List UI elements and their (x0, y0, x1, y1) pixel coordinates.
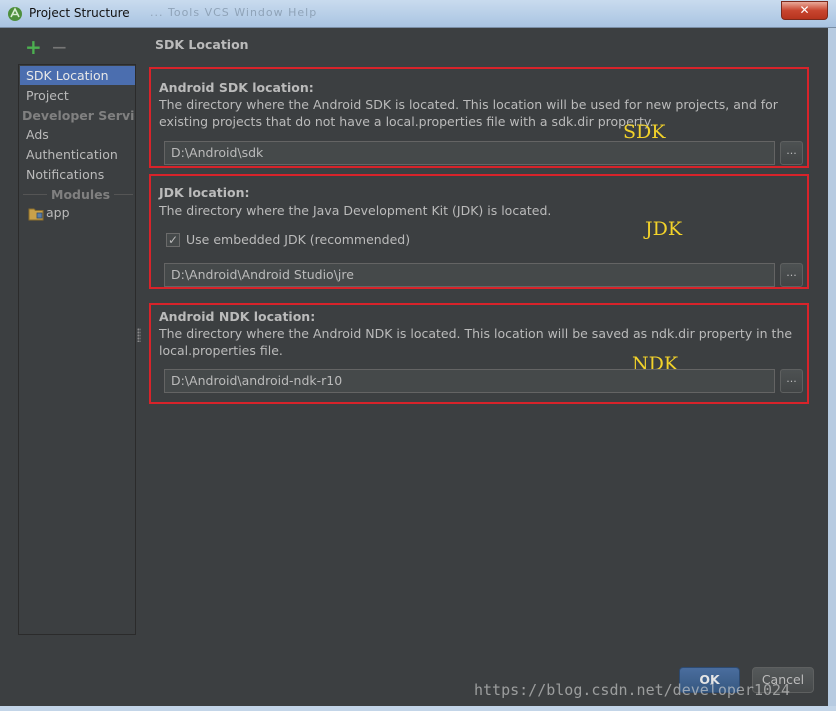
sidebar-item-ads[interactable]: Ads (20, 125, 135, 144)
android-studio-icon (8, 7, 22, 21)
ndk-heading: Android NDK location: (159, 309, 316, 324)
splitter-handle[interactable] (137, 328, 141, 342)
window-title: Project Structure (29, 6, 130, 20)
add-icon[interactable]: + (25, 37, 42, 57)
ndk-browse-button[interactable]: ... (780, 369, 803, 393)
window-frame-right (828, 28, 836, 711)
background-menu-ghost: ... Tools VCS Window Help (150, 6, 318, 19)
sdk-path-field[interactable]: D:\Android\sdk (164, 141, 775, 165)
jdk-path-field[interactable]: D:\Android\Android Studio\jre (164, 263, 775, 287)
sdk-heading: Android SDK location: (159, 80, 314, 95)
ndk-path-field[interactable]: D:\Android\android-ndk-r10 (164, 369, 775, 393)
module-folder-icon (28, 208, 44, 221)
jdk-annotation: JDK (645, 218, 683, 240)
checkbox-icon[interactable]: ✓ (166, 233, 180, 247)
jdk-browse-button[interactable]: ... (780, 263, 803, 287)
watermark: https://blog.csdn.net/developer1024 (474, 681, 791, 699)
close-button[interactable]: ✕ (781, 1, 828, 20)
jdk-location-panel: JDK location: The directory where the Ja… (149, 174, 809, 289)
sdk-location-panel: Android SDK location: The directory wher… (149, 67, 809, 168)
sdk-description: The directory where the Android SDK is l… (159, 97, 778, 129)
sidebar-header-developer-services: Developer Servic... (22, 108, 135, 123)
page-title: SDK Location (155, 37, 249, 52)
remove-icon[interactable]: − (51, 37, 68, 57)
sidebar-item-app[interactable]: app (46, 203, 70, 222)
sidebar-item-authentication[interactable]: Authentication (20, 145, 135, 164)
window-frame-bottom (0, 706, 836, 711)
sidebar-item-sdk-location[interactable]: SDK Location (20, 66, 135, 85)
sidebar-header-modules: Modules (47, 185, 115, 204)
use-embedded-jdk-label[interactable]: Use embedded JDK (recommended) (186, 232, 410, 247)
sdk-browse-button[interactable]: ... (780, 141, 803, 165)
ndk-location-panel: Android NDK location: The directory wher… (149, 303, 809, 404)
sidebar-item-project[interactable]: Project (20, 86, 135, 105)
sidebar-item-notifications[interactable]: Notifications (20, 165, 135, 184)
project-structure-dialog: Project Structure ... Tools VCS Window H… (0, 0, 836, 711)
title-bar: Project Structure ... Tools VCS Window H… (0, 0, 836, 28)
sidebar: SDK Location Project Developer Servic...… (18, 64, 136, 635)
ndk-description: The directory where the Android NDK is l… (159, 326, 793, 358)
jdk-description: The directory where the Java Development… (159, 203, 552, 218)
sdk-annotation: SDK (623, 121, 666, 143)
jdk-heading: JDK location: (159, 185, 250, 200)
